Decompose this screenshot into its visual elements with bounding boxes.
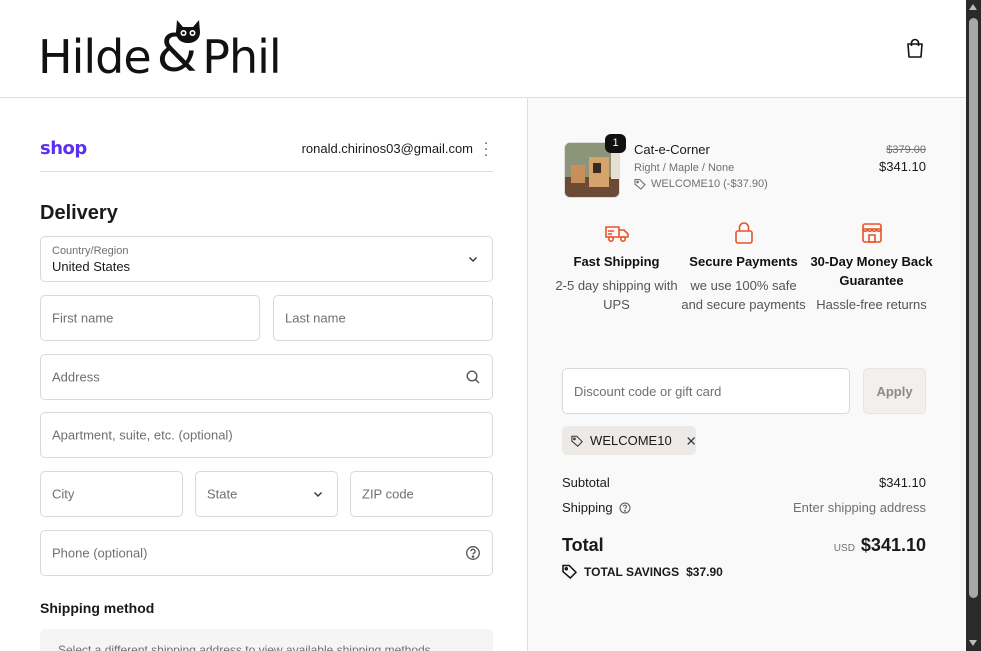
currency-code: USD [833, 543, 855, 554]
account-email: ronald.chirinos03@gmail.com [301, 141, 473, 156]
shipping-row: Shipping Enter shipping address [562, 500, 926, 515]
feature-title: Secure Payments [689, 254, 798, 269]
product-name: Cat-e-Corner [634, 142, 710, 157]
feature-fast-shipping: Fast Shipping 2-5 day shipping with UPS [554, 220, 679, 314]
scroll-up-arrow-icon[interactable] [969, 4, 977, 10]
chevron-down-icon [469, 257, 477, 262]
savings-value: $37.90 [686, 564, 723, 579]
feature-secure-payments: Secure Payments we use 100% safe and sec… [681, 220, 806, 314]
apartment-placeholder: Apartment, suite, etc. (optional) [52, 427, 233, 443]
scroll-down-arrow-icon[interactable] [969, 640, 977, 646]
cat-logo-icon [176, 20, 200, 43]
shipping-value: Enter shipping address [793, 500, 926, 515]
address-placeholder: Address [52, 369, 100, 385]
feature-money-back: 30-Day Money Back Guarantee Hassle-free … [809, 220, 934, 314]
truck-icon [604, 226, 629, 242]
subtotal-row: Subtotal $341.10 [562, 475, 926, 490]
discount-code-input[interactable]: Discount code or gift card [562, 368, 850, 414]
shipping-label-group: Shipping [562, 500, 631, 515]
quantity-badge: 1 [605, 134, 626, 153]
feature-desc: Hassle-free returns [816, 297, 927, 312]
total-row: Total USD $341.10 [562, 535, 926, 556]
state-select[interactable]: State [195, 471, 338, 517]
country-value: United States [52, 259, 131, 274]
checkout-form-column: shop ronald.chirinos03@gmail.com · · · Del… [0, 98, 528, 651]
country-select[interactable]: Country/Region United States [40, 236, 493, 282]
product-discount-text: WELCOME10 (-$37.90) [651, 178, 768, 190]
discount-placeholder: Discount code or gift card [574, 384, 722, 399]
account-row: shop ronald.chirinos03@gmail.com · · · [40, 135, 493, 172]
country-label: Country/Region [52, 245, 129, 257]
site-header: Hilde & Phil [0, 0, 966, 98]
feature-desc: we use 100% safe and secure payments [681, 278, 806, 312]
delivery-heading: Delivery [40, 202, 118, 224]
applied-discount-chip: WELCOME10 [562, 426, 696, 455]
city-placeholder: City [52, 486, 75, 502]
brand-logo[interactable]: Hilde & Phil [38, 20, 282, 84]
zip-field[interactable]: ZIP code [350, 471, 493, 517]
last-name-placeholder: Last name [285, 310, 346, 326]
subtotal-value: $341.10 [879, 475, 926, 490]
more-vertical-icon[interactable]: · · · [481, 135, 491, 162]
feature-title: Fast Shipping [573, 254, 660, 269]
shopping-bag-icon[interactable] [904, 37, 926, 59]
shop-pay-logo: shop [40, 138, 87, 159]
store-icon [861, 223, 882, 243]
last-name-field[interactable]: Last name [273, 295, 493, 341]
apartment-field[interactable]: Apartment, suite, etc. (optional) [40, 412, 493, 458]
price-final: $341.10 [879, 159, 926, 174]
phone-field[interactable]: Phone (optional) [40, 530, 493, 576]
logo-text-right: Phil [202, 30, 281, 84]
savings-label: TOTAL SAVINGS [584, 564, 680, 579]
first-name-placeholder: First name [52, 310, 114, 326]
tag-icon [562, 564, 577, 579]
close-icon[interactable] [686, 435, 696, 447]
tag-icon [634, 178, 646, 190]
phone-placeholder: Phone (optional) [52, 545, 148, 561]
shipping-method-notice: Select a different shipping address to v… [40, 629, 493, 651]
product-variant: Right / Maple / None [634, 162, 735, 174]
help-circle-icon[interactable] [619, 502, 631, 514]
address-field[interactable]: Address [40, 354, 493, 400]
feature-desc: 2-5 day shipping with UPS [555, 278, 678, 312]
scrollbar-thumb[interactable] [969, 18, 978, 598]
price-original: $379.00 [886, 144, 926, 156]
zip-placeholder: ZIP code [362, 486, 414, 502]
order-summary-column: 1 Cat-e-Corner Right / Maple / None WELC… [528, 98, 966, 651]
state-placeholder: State [207, 486, 238, 502]
subtotal-label: Subtotal [562, 475, 610, 490]
product-discount: WELCOME10 (-$37.90) [634, 178, 768, 190]
shipping-notice-text: Select a different shipping address to v… [58, 643, 431, 651]
total-amount-group: USD $341.10 [834, 535, 926, 556]
city-field[interactable]: City [40, 471, 183, 517]
shipping-method-heading: Shipping method [40, 600, 155, 616]
total-savings: TOTAL SAVINGS $37.90 [562, 564, 723, 579]
apply-discount-button[interactable]: Apply [863, 368, 926, 414]
logo-text-left: Hilde [38, 30, 152, 84]
chevron-down-icon [314, 492, 322, 497]
tag-icon [571, 435, 583, 447]
feature-title: 30-Day Money Back Guarantee [810, 254, 933, 288]
page-scrollbar[interactable] [966, 0, 981, 651]
lock-icon [734, 222, 753, 244]
total-value: $341.10 [860, 535, 926, 555]
first-name-field[interactable]: First name [40, 295, 260, 341]
applied-code: WELCOME10 [590, 433, 672, 448]
search-icon [466, 370, 480, 384]
total-label: Total [562, 535, 604, 555]
shipping-label: Shipping [562, 500, 613, 515]
help-circle-icon[interactable] [465, 545, 481, 561]
